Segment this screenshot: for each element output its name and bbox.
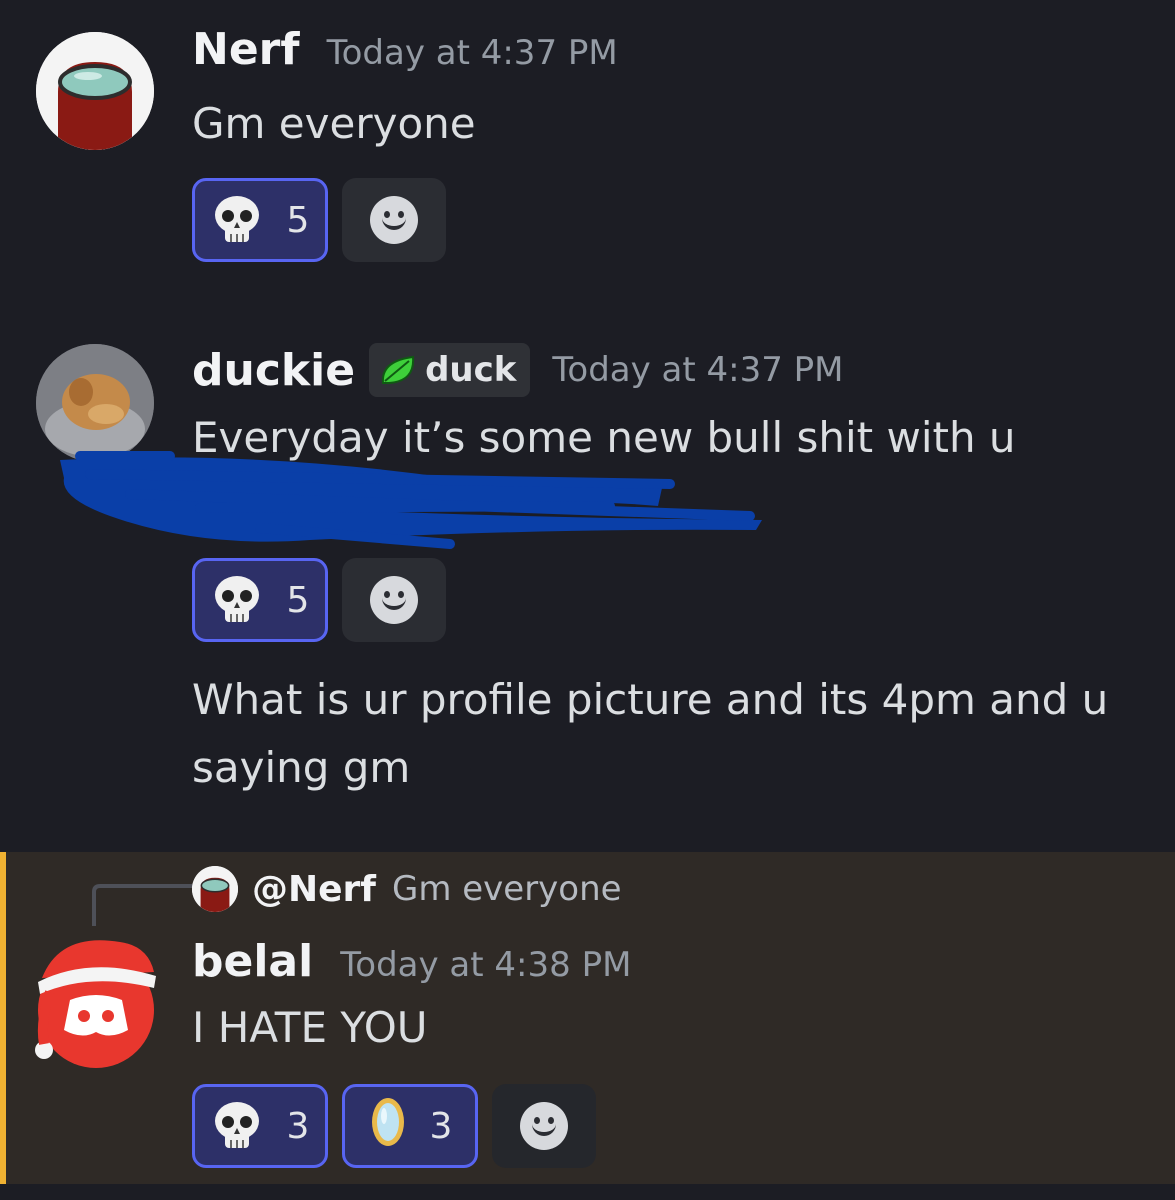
reaction-count: 3 (429, 1105, 453, 1147)
puppy-avatar-icon (36, 344, 154, 462)
avatar-belal[interactable] (30, 932, 160, 1068)
role-tag-label: duck (425, 350, 517, 390)
reaction-count: 5 (286, 579, 310, 621)
followup-message-text: What is ur profile picture and its 4pm a… (192, 666, 1108, 802)
message-belal: @Nerf Gm everyone belal Today at 4:38 PM… (0, 852, 1175, 1184)
avatar-duckie[interactable] (36, 344, 154, 462)
role-tag[interactable]: duck (369, 343, 531, 397)
add-reaction-button[interactable] (492, 1084, 596, 1168)
redaction-scribble (60, 451, 762, 549)
followup-line: saying gm (192, 743, 411, 792)
message-duckie: duckie duck Today at 4:37 PM Everyday it… (0, 330, 1175, 830)
reaction-count: 5 (286, 199, 310, 241)
reply-preview-text[interactable]: Gm everyone (392, 869, 622, 909)
username[interactable]: duckie (192, 345, 355, 396)
add-reaction-icon (520, 1102, 568, 1150)
skull-icon (211, 574, 263, 626)
skull-icon (211, 1100, 263, 1152)
reply-avatar[interactable] (192, 866, 238, 912)
among-us-avatar-icon (36, 32, 154, 150)
among-us-avatar-icon (192, 866, 238, 912)
skull-icon (211, 194, 263, 246)
reaction-skull[interactable]: 5 (192, 178, 328, 262)
reaction-mirror[interactable]: 3 (342, 1084, 478, 1168)
message-text: I HATE YOU (192, 1003, 428, 1052)
add-reaction-icon (370, 196, 418, 244)
add-reaction-button[interactable] (342, 178, 446, 262)
discord-santa-avatar-icon (35, 940, 156, 1068)
reply-spine (92, 884, 194, 926)
mirror-icon (368, 1094, 408, 1159)
reaction-skull[interactable]: 5 (192, 558, 328, 642)
timestamp: Today at 4:37 PM (552, 350, 844, 390)
followup-line: What is ur profile picture and its 4pm a… (192, 675, 1109, 724)
avatar-nerf[interactable] (36, 32, 154, 150)
leaf-icon (382, 355, 415, 384)
reaction-count: 3 (286, 1105, 310, 1147)
timestamp: Today at 4:38 PM (340, 945, 632, 985)
reply-mention[interactable]: @Nerf (252, 869, 376, 910)
username[interactable]: Nerf (192, 24, 300, 75)
reaction-skull[interactable]: 3 (192, 1084, 328, 1168)
timestamp: Today at 4:37 PM (326, 33, 618, 73)
add-reaction-button[interactable] (342, 558, 446, 642)
message-nerf: Nerf Today at 4:37 PM Gm everyone 5 (0, 0, 1175, 300)
message-text: Gm everyone (192, 99, 476, 148)
username[interactable]: belal (192, 936, 313, 987)
add-reaction-icon (370, 576, 418, 624)
